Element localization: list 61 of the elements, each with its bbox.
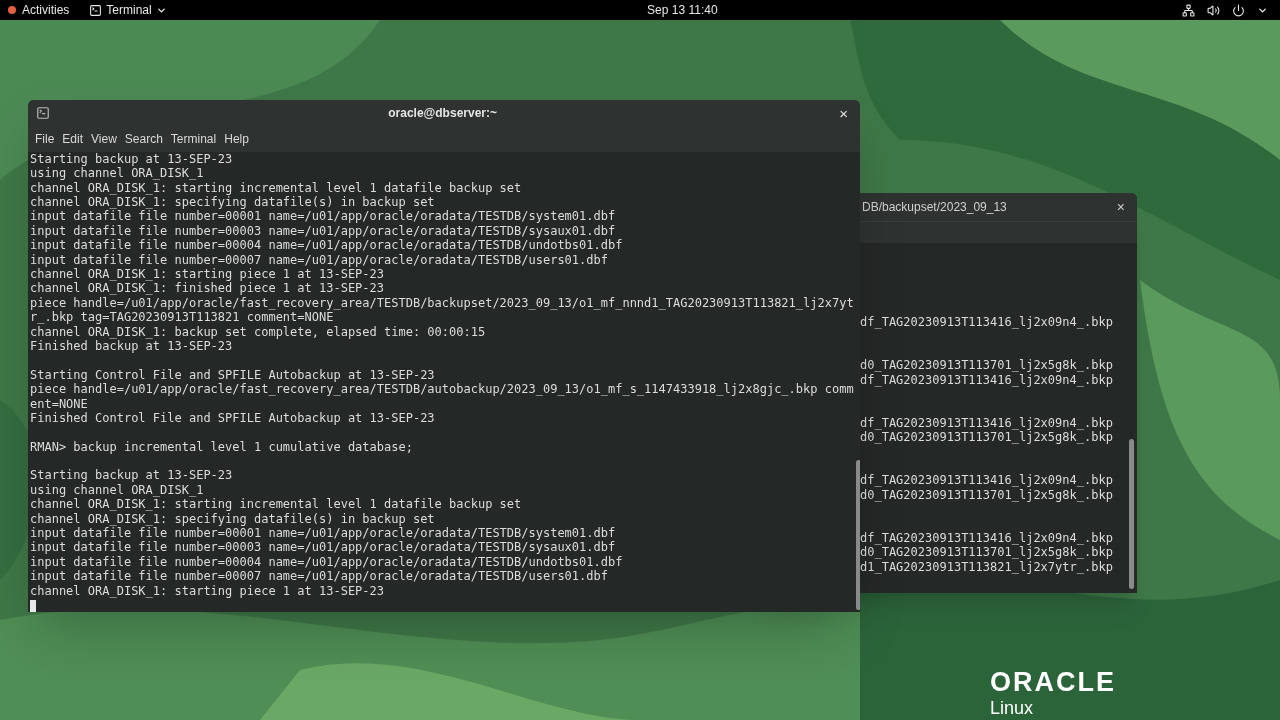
terminal-line: d0_TAG20230913T113701_lj2x5g8k_.bkp (860, 430, 1113, 445)
window-title: oracle@dbserver:~ (387, 105, 498, 123)
activities-button[interactable]: Activities (8, 1, 70, 19)
terminal-line: df_TAG20230913T113416_lj2x09n4_.bkp (860, 415, 1113, 431)
menu-item[interactable]: Search (120, 128, 167, 151)
terminal-line: Starting backup at 13-SEP-23 (30, 151, 233, 167)
terminal-line: using channel ORA_DISK_1 (30, 482, 204, 498)
terminal-line: input datafile file number=00003 name=/u01/app/oracle/oradata/TESTDB/sysaux01.dbf (30, 540, 616, 555)
terminal-line: channel ORA_DISK_1: specifying datafile(s) in backup set (30, 195, 435, 210)
menu-item[interactable]: File (31, 128, 59, 151)
terminal-line: RMAN> backup incremental level 1 cumulative database; (30, 439, 413, 455)
menu-item[interactable]: Terminal (166, 128, 221, 151)
clock[interactable]: Sep 13 11:40 (647, 1, 718, 19)
scrollbar-thumb[interactable] (855, 460, 860, 610)
terminal-line: input datafile file number=00004 name=/u01/app/oracle/oradata/TESTDB/undotbs01.dbf (30, 238, 623, 253)
terminal-line: Starting Control File and SPFILE Autobackup at 13-SEP-23 (30, 367, 435, 383)
terminal-line: input datafile file number=00003 name=/u01/app/oracle/oradata/TESTDB/sysaux01.dbf (30, 223, 616, 239)
terminal-line: input datafile file number=00007 name=/u01/app/oracle/oradata/TESTDB/users01.dbf (30, 252, 608, 267)
brand-logo: ORACLE (990, 668, 1116, 696)
terminal-line: channel ORA_DISK_1: starting incremental level 1 datafile backup set (30, 180, 522, 196)
terminal-line: df_TAG20230913T113416_lj2x09n4_.bkp (860, 372, 1113, 387)
power-icon[interactable] (1232, 3, 1245, 17)
terminal-line: r_.bkp tag=TAG20230913T113821 comment=NONE (30, 310, 334, 325)
close-button[interactable]: × (835, 105, 852, 121)
scrollbar-thumb[interactable] (1129, 439, 1134, 589)
terminal-line: Finished backup at 13-SEP-23 (30, 338, 233, 354)
close-button[interactable]: × (1112, 200, 1129, 214)
terminal-line: channel ORA_DISK_1: starting incremental level 1 datafile backup set (30, 497, 522, 512)
terminal-line: df_TAG20230913T113416_lj2x09n4_.bkp (860, 315, 1113, 330)
terminal-line: input datafile file number=00004 name=/u01/app/oracle/oradata/TESTDB/undotbs01.dbf (30, 554, 623, 570)
terminal-line: channel ORA_DISK_1: starting piece 1 at 13-SEP-23 (30, 267, 384, 282)
terminal-line: d1_TAG20230913T113821_lj2x7ytr_.bkp (860, 559, 1113, 575)
terminal-line: input datafile file number=00001 name=/u01/app/oracle/oradata/TESTDB/system01.dbf (30, 526, 616, 541)
app-menu[interactable]: Terminal (89, 1, 167, 19)
terminal-line: channel ORA_DISK_1: backup set complete, elapsed time: 00:00:15 (30, 324, 486, 339)
terminal-line: input datafile file number=00001 name=/u01/app/oracle/oradata/TESTDB/system01.dbf (30, 209, 616, 224)
terminal-line: df_TAG20230913T113416_lj2x09n4_.bkp (860, 473, 1113, 488)
terminal-line: piece handle=/u01/app/oracle/fast_recovery_area/TESTDB/backupset/2023_09_13/o1_mf_nnnd1_TAG20230913T113821_lj2x7yt (30, 295, 854, 311)
text-cursor (30, 600, 36, 612)
volume-icon[interactable] (1207, 3, 1220, 17)
terminal-line: Finished Control File and SPFILE Autobackup at 13-SEP-23 (30, 410, 435, 426)
terminal-line: df_TAG20230913T113416_lj2x09n4_.bkp (860, 530, 1113, 546)
terminal-icon (89, 3, 103, 17)
menu-item[interactable]: Help (220, 128, 253, 151)
terminal-line: channel ORA_DISK_1: starting piece 1 at 13-SEP-23 (30, 583, 384, 598)
terminal-line: using channel ORA_DISK_1 (30, 166, 204, 181)
terminal-line: d0_TAG20230913T113701_lj2x5g8k_.bkp (860, 545, 1113, 560)
terminal-line: d0_TAG20230913T113701_lj2x5g8k_.bkp (860, 358, 1113, 373)
terminal-line: ent=NONE (30, 396, 88, 411)
terminal-line: input datafile file number=00007 name=/u01/app/oracle/oradata/TESTDB/users01.dbf (30, 569, 608, 584)
terminal-icon (36, 106, 50, 121)
menu-item[interactable]: View (87, 128, 121, 151)
product-name: Linux (990, 697, 1035, 719)
terminal-line: channel ORA_DISK_1: finished piece 1 at 13-SEP-23 (30, 281, 384, 296)
terminal-line: d0_TAG20230913T113701_lj2x5g8k_.bkp (860, 487, 1113, 503)
network-icon[interactable] (1182, 3, 1195, 17)
window-title: DB/backupset/2023_09_13 (862, 199, 1007, 216)
menu-item[interactable]: Edit (58, 128, 88, 151)
terminal-line: channel ORA_DISK_1: specifying datafile(s) in backup set (30, 511, 435, 527)
terminal-line: Starting backup at 13-SEP-23 (30, 468, 233, 483)
terminal-line: piece handle=/u01/app/oracle/fast_recovery_area/TESTDB/autobackup/2023_09_13/o1_mf_s_1147433918_lj2x8gjc_.bkp comm (30, 382, 854, 397)
